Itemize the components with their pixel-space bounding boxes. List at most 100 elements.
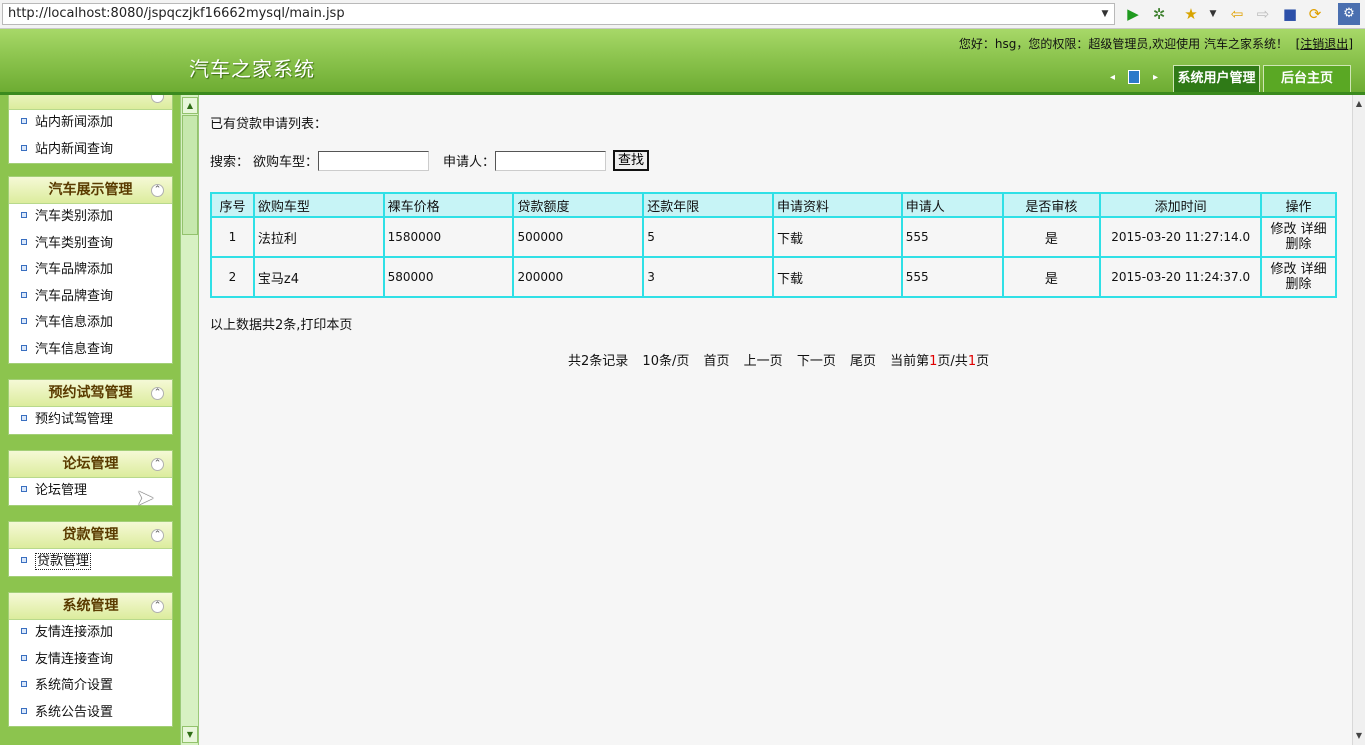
col-header-doc: 申请资料	[771, 192, 903, 218]
sidebar-item-news-query[interactable]: 站内新闻查询	[9, 137, 172, 164]
forward-arrow-icon[interactable]: ⇨	[1254, 5, 1272, 23]
panel-header[interactable]: 贷款管理 ⌃	[9, 522, 172, 549]
tab-scroller: ◂ ▸	[1110, 70, 1158, 84]
pager-mid: 页/共	[937, 354, 968, 369]
col-header-years: 还款年限	[642, 192, 774, 218]
tab-system-users[interactable]: 系统用户管理	[1173, 65, 1260, 92]
tab-admin-home[interactable]: 后台主页	[1263, 65, 1351, 92]
sidebar-item-link-add[interactable]: 友情连接添加	[9, 620, 172, 647]
sidebar-item-news-add[interactable]: 站内新闻添加	[9, 110, 172, 137]
main-content: 已有贷款申请列表： 搜索： 欲购车型： 申请人： 查找 序号 欲购车型 裸车价格…	[199, 95, 1352, 745]
col-header-reviewed: 是否审核	[1001, 192, 1102, 218]
sidebar-panel-loan: 贷款管理 ⌃ 贷款管理	[8, 521, 173, 577]
sidebar-item-label: 站内新闻查询	[35, 141, 114, 157]
cell-applicant: 555	[900, 216, 1004, 258]
cell-price: 1580000	[382, 216, 515, 258]
cell-time: 2015-03-20 11:27:14.0	[1099, 216, 1263, 258]
run-icon[interactable]: ▶	[1124, 5, 1142, 23]
detail-link[interactable]: 详细	[1301, 222, 1327, 237]
sidebar-item-car-category-add[interactable]: 汽车类别添加	[9, 204, 172, 231]
pager-current: 当前第1页/共1页	[890, 354, 989, 369]
back-arrow-icon[interactable]: ⇦	[1228, 5, 1246, 23]
download-link[interactable]: 下载	[771, 216, 903, 258]
bookmark-star-icon[interactable]: ★	[1182, 5, 1200, 23]
cell-actions: 修改 详细 删除	[1260, 216, 1337, 258]
sidebar-item-car-brand-query[interactable]: 汽车品牌查询	[9, 284, 172, 311]
collapse-icon[interactable]: ⌃	[151, 95, 164, 103]
panel-header[interactable]: ⌃	[9, 95, 172, 110]
stop-icon[interactable]: ■	[1281, 5, 1299, 23]
delete-link[interactable]: 删除	[1286, 277, 1312, 292]
url-input[interactable]: http://localhost:8080/jspqczjkf16662mysq…	[2, 3, 1115, 25]
panel-header[interactable]: 系统管理 ⌃	[9, 593, 172, 620]
collapse-icon[interactable]: ⌃	[151, 184, 164, 197]
tab-scroll-left-icon[interactable]: ◂	[1110, 72, 1115, 83]
tab-scroll-right-icon[interactable]: ▸	[1153, 72, 1158, 83]
panel-header[interactable]: 预约试驾管理 ⌃	[9, 380, 172, 407]
sidebar-item-car-brand-add[interactable]: 汽车品牌添加	[9, 257, 172, 284]
cell-actions: 修改 详细 删除	[1260, 256, 1337, 298]
collapse-icon[interactable]: ⌃	[151, 387, 164, 400]
panel-title: 预约试驾管理	[48, 385, 133, 401]
bullet-icon	[21, 557, 27, 563]
pager-suffix: 页	[976, 354, 990, 369]
collapse-icon[interactable]: ⌃	[151, 600, 164, 613]
scroll-up-icon[interactable]: ▲	[182, 97, 198, 114]
edit-link[interactable]: 修改	[1270, 262, 1296, 277]
sidebar-scrollbar[interactable]: ▲ ▼	[180, 95, 199, 745]
sidebar-item-test-drive[interactable]: 预约试驾管理	[9, 407, 172, 434]
detail-link[interactable]: 详细	[1301, 262, 1327, 277]
sidebar-item-loan[interactable]: 贷款管理	[9, 549, 172, 576]
bullet-icon	[21, 212, 27, 218]
pager-last[interactable]: 尾页	[850, 354, 876, 369]
bullet-icon	[21, 344, 27, 351]
cell-loan: 500000	[512, 216, 645, 258]
debug-icon[interactable]: ✲	[1150, 5, 1168, 23]
bullet-icon	[21, 238, 27, 245]
panel-title: 汽车展示管理	[48, 182, 133, 198]
panel-header[interactable]: 论坛管理 ⌃	[9, 451, 172, 478]
sidebar-item-label: 汽车信息添加	[35, 315, 114, 330]
scroll-up-icon[interactable]: ▲	[1353, 97, 1365, 111]
list-title: 已有贷款申请列表：	[210, 117, 328, 132]
perspective-icon[interactable]: ⚙	[1338, 3, 1360, 25]
cell-years: 3	[642, 256, 774, 298]
panel-header[interactable]: 汽车展示管理 ⌃	[9, 177, 172, 204]
collapse-icon[interactable]: ⌃	[151, 458, 164, 471]
sidebar-item-notice-settings[interactable]: 系统公告设置	[9, 700, 172, 727]
car-model-input[interactable]	[318, 150, 430, 171]
refresh-icon[interactable]: ⟳	[1306, 5, 1324, 23]
cell-years: 5	[642, 216, 774, 258]
sidebar-item-label: 论坛管理	[35, 483, 88, 498]
sidebar-item-car-category-query[interactable]: 汽车类别查询	[9, 231, 172, 258]
bookmark-dropdown-icon[interactable]: ▼	[1204, 5, 1222, 23]
applicant-input[interactable]	[495, 150, 607, 171]
welcome-message: 您好：hsg，您的权限：超级管理员,欢迎使用 汽车之家系统！	[958, 37, 1288, 51]
main-scrollbar[interactable]: ▲ ▼	[1352, 95, 1365, 745]
edit-link[interactable]: 修改	[1270, 222, 1296, 237]
sidebar-item-car-info-query[interactable]: 汽车信息查询	[9, 337, 172, 364]
pager-prev[interactable]: 上一页	[744, 354, 783, 369]
cell-applicant: 555	[900, 256, 1004, 298]
sidebar-item-car-info-add[interactable]: 汽车信息添加	[9, 310, 172, 337]
sidebar-item-link-query[interactable]: 友情连接查询	[9, 647, 172, 674]
loan-table: 序号 欲购车型 裸车价格 贷款额度 还款年限 申请资料 申请人 是否审核 添加时…	[210, 192, 1337, 298]
car-model-label: 欲购车型：	[253, 155, 319, 170]
scroll-down-icon[interactable]: ▼	[182, 726, 198, 743]
sidebar-item-intro-settings[interactable]: 系统简介设置	[9, 673, 172, 700]
sidebar-item-label: 系统简介设置	[35, 678, 114, 693]
logout-link[interactable]: 注销退出	[1300, 37, 1348, 51]
print-link[interactable]: 打印本页	[300, 318, 352, 333]
cell-loan: 200000	[512, 256, 645, 298]
scroll-down-icon[interactable]: ▼	[1353, 729, 1365, 743]
collapse-icon[interactable]: ⌃	[151, 529, 164, 542]
browser-toolbar: http://localhost:8080/jspqczjkf16662mysq…	[0, 0, 1365, 29]
sidebar: ⌃ 站内新闻添加 站内新闻查询 汽车展示管理 ⌃ 汽车类别添加 汽车类别查询 汽…	[0, 95, 180, 745]
pager-next[interactable]: 下一页	[797, 354, 836, 369]
search-button[interactable]: 查找	[613, 150, 650, 171]
delete-link[interactable]: 删除	[1286, 237, 1312, 252]
download-link[interactable]: 下载	[771, 256, 903, 298]
pager-first[interactable]: 首页	[704, 354, 730, 369]
url-dropdown-icon[interactable]: ▼	[1100, 7, 1110, 21]
scrollbar-thumb[interactable]	[182, 115, 198, 235]
